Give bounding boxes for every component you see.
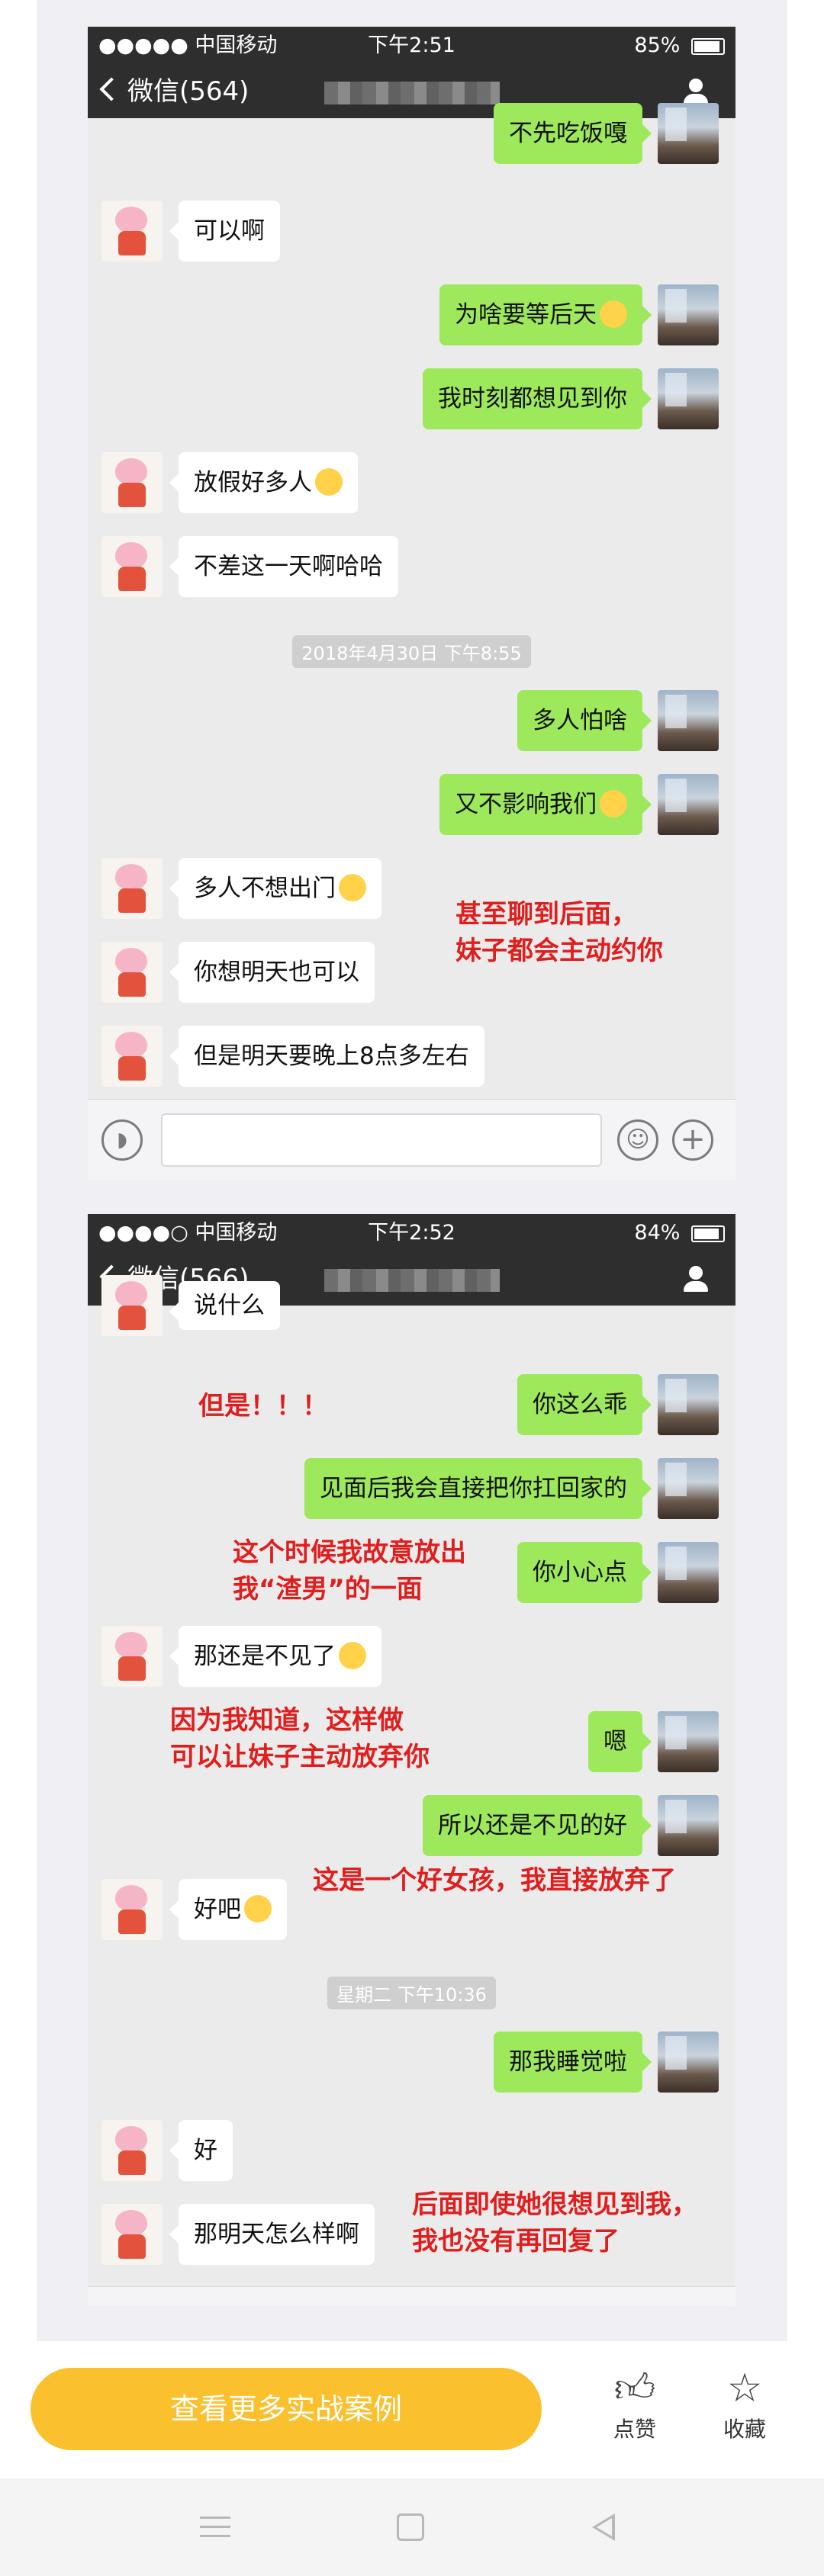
smile-emoji-icon: [600, 789, 627, 817]
chat-timestamp: 星期二 下午10:36: [88, 1977, 735, 2009]
my-avatar: [658, 1542, 719, 1603]
my-avatar: [658, 1795, 719, 1856]
message-bubble-me: 多人怕啥: [517, 690, 652, 751]
view-more-cases-button[interactable]: 查看更多实战案例: [31, 2368, 542, 2450]
chat-input-bar: [88, 2286, 735, 2306]
message-text: 那还是不见了: [194, 1643, 336, 1670]
favorite-label: 收藏: [723, 2417, 766, 2442]
message-bubble-contact: 那还是不见了: [169, 1626, 381, 1687]
like-button[interactable]: 👍︎ 点赞: [597, 2364, 673, 2443]
message-bubble-me: 所以还是不见的好: [423, 1795, 652, 1856]
message-bubble-me: 那我睡觉啦: [494, 2032, 652, 2093]
message-bubble-contact: 你想明天也可以: [169, 942, 375, 1003]
message-bubble-contact: 那明天怎么样啊: [169, 2204, 375, 2265]
plus-icon[interactable]: +: [672, 1119, 713, 1161]
my-avatar: [658, 774, 719, 835]
chat-input-bar: ◗ ☺ +: [88, 1099, 735, 1180]
voice-icon[interactable]: ◗: [101, 1119, 143, 1161]
message-text: 放假好多人: [194, 469, 312, 496]
battery-percent: 85%: [634, 34, 681, 57]
message-bubble-me: 嗯: [588, 1711, 652, 1772]
message-bubble-me: 不先吃饭嘎: [494, 103, 652, 164]
status-bar: ●●●●○ 中国移动 下午2:52 84%: [88, 1214, 735, 1252]
blurred-contact-name: [324, 1269, 500, 1292]
message-bubble-contact: 但是明天要晚上8点多左右: [169, 1026, 484, 1087]
contact-avatar: [101, 2204, 163, 2265]
status-right: 85%: [634, 27, 725, 65]
contact-avatar: [101, 1626, 163, 1687]
article-action-bar: 查看更多实战案例 👍︎ 点赞 ☆ 收藏: [0, 2341, 824, 2478]
status-right: 84%: [634, 1214, 725, 1252]
my-avatar: [658, 690, 719, 751]
battery-percent: 84%: [634, 1221, 681, 1245]
system-navigation-bar: [0, 2478, 824, 2576]
my-avatar: [658, 1458, 719, 1519]
chat-screenshot-1: ●●●●● 中国移动 下午2:51 85% 微信(564) 不先吃饭嘎 可以啊 …: [88, 27, 735, 1180]
my-avatar: [658, 2032, 719, 2093]
contact-avatar: [101, 1879, 163, 1940]
back-button[interactable]: 微信(564): [99, 65, 249, 118]
smile-emoji-icon: [600, 300, 627, 328]
message-bubble-contact: 好: [169, 2120, 233, 2181]
message-bubble-contact: 多人不想出门: [169, 858, 381, 919]
back-triangle-icon[interactable]: [592, 2513, 615, 2541]
like-label: 点赞: [613, 2417, 656, 2442]
message-text: 又不影响我们: [455, 791, 597, 818]
thumbs-up-icon: 👍︎: [613, 2366, 656, 2411]
message-bubble-me: 为啥要等后天: [439, 284, 652, 345]
contact-avatar: [101, 858, 163, 919]
message-bubble-contact: 可以啊: [169, 201, 280, 262]
my-avatar: [658, 368, 719, 429]
message-text: 好吧: [194, 1896, 241, 1923]
contact-avatar: [101, 1026, 163, 1087]
my-avatar: [658, 103, 719, 164]
back-label: 微信(564): [127, 76, 249, 107]
message-text: 多人不想出门: [194, 875, 336, 902]
battery-icon: [691, 1225, 725, 1242]
status-bar: ●●●●● 中国移动 下午2:51 85%: [88, 27, 735, 65]
person-icon[interactable]: [682, 79, 710, 106]
laugh-emoji-icon: [244, 1894, 272, 1922]
favorite-button[interactable]: ☆ 收藏: [707, 2364, 783, 2443]
message-bubble-contact: 说什么: [169, 1281, 280, 1330]
laugh-emoji-icon: [315, 467, 343, 496]
message-bubble-me: 你这么乖: [517, 1374, 652, 1435]
person-icon[interactable]: [682, 1266, 710, 1293]
menu-icon[interactable]: [200, 2517, 230, 2544]
chevron-left-icon: [99, 77, 124, 101]
message-text: 为啥要等后天: [455, 301, 597, 329]
sweat-emoji-icon: [339, 873, 366, 901]
star-icon: ☆: [726, 2366, 763, 2411]
message-bubble-contact: 不差这一天啊哈哈: [169, 536, 398, 597]
home-icon[interactable]: [397, 2513, 424, 2541]
message-bubble-me: 我时刻都想见到你: [423, 368, 652, 429]
contact-avatar: [101, 452, 163, 513]
my-avatar: [658, 1711, 719, 1772]
contact-avatar: [101, 1275, 163, 1336]
message-bubble-me: 你小心点: [517, 1542, 652, 1603]
contact-avatar: [101, 942, 163, 1003]
contact-avatar: [101, 201, 163, 262]
my-avatar: [658, 1374, 719, 1435]
sweat-emoji-icon: [339, 1641, 366, 1669]
blurred-contact-name: [324, 82, 500, 104]
message-input[interactable]: [161, 1113, 602, 1167]
message-bubble-contact: 好吧: [169, 1879, 287, 1940]
contact-avatar: [101, 2120, 163, 2181]
my-avatar: [658, 284, 719, 345]
message-bubble-me: 见面后我会直接把你扛回家的: [304, 1458, 652, 1519]
chat-timestamp: 2018年4月30日 下午8:55: [88, 635, 735, 668]
battery-icon: [691, 37, 725, 55]
chat-screenshot-2: ●●●●○ 中国移动 下午2:52 84% 微信(566) 说什么 但是！！！ …: [88, 1214, 735, 2306]
message-bubble-contact: 放假好多人: [169, 452, 358, 513]
message-bubble-me: 又不影响我们: [439, 774, 652, 835]
emoji-icon[interactable]: ☺: [617, 1119, 658, 1161]
contact-avatar: [101, 536, 163, 597]
